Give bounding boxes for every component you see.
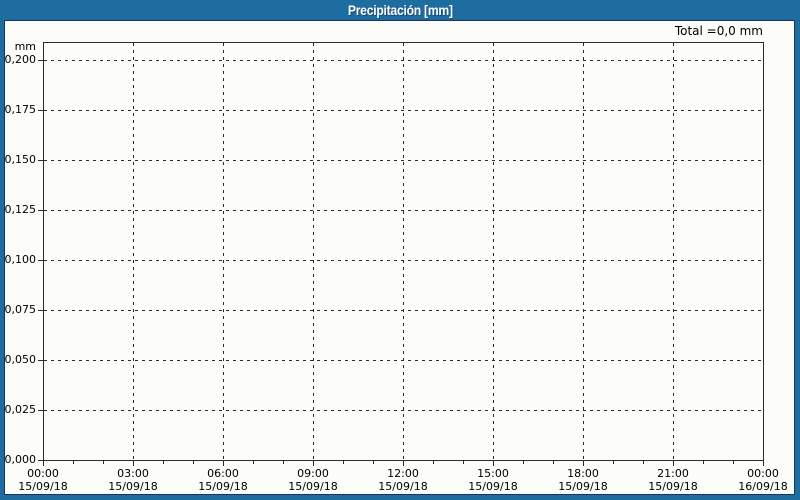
x-tick-time-label: 03:00	[117, 467, 149, 480]
x-gridline	[493, 43, 494, 459]
x-tick-date-label: 16/09/18	[738, 480, 788, 493]
y-tick-label: 0,075	[4, 303, 37, 316]
x-gridline	[403, 43, 404, 459]
y-tick-label: 0,150	[4, 153, 37, 166]
x-axis-minor-tick	[463, 461, 464, 464]
x-axis-minor-tick	[343, 461, 344, 464]
y-tick-label: 0,025	[4, 403, 37, 416]
x-axis-major-tick	[313, 461, 314, 466]
x-axis-minor-tick	[733, 461, 734, 464]
x-tick-date-label: 15/09/18	[108, 480, 158, 493]
x-tick-date-label: 15/09/18	[648, 480, 698, 493]
x-tick-date-label: 15/09/18	[198, 480, 248, 493]
y-axis-tick	[38, 410, 43, 411]
x-axis-minor-tick	[193, 461, 194, 464]
x-axis-minor-tick	[553, 461, 554, 464]
y-tick-label: 0,100	[4, 253, 37, 266]
x-axis-major-tick	[583, 461, 584, 466]
x-tick-time-label: 00:00	[27, 467, 59, 480]
chart-layer: 0,200 0,175 0,150 0,125 0,100 0,075 0,050 0,025…	[0, 0, 800, 500]
y-axis-tick	[38, 360, 43, 361]
x-axis-minor-tick	[103, 461, 104, 464]
x-tick-date-label: 15/09/18	[18, 480, 68, 493]
x-axis-major-tick	[133, 461, 134, 466]
x-tick-time-label: 21:00	[657, 467, 689, 480]
x-axis-major-tick	[763, 461, 764, 466]
x-axis-major-tick	[223, 461, 224, 466]
y-axis-tick	[38, 260, 43, 261]
x-tick-date-label: 15/09/18	[468, 480, 518, 493]
x-axis-minor-tick	[283, 461, 284, 464]
chart-window: Precipitación [mm] Total =0,0 mm mm 0,20…	[0, 0, 800, 500]
x-tick-date-label: 15/09/18	[288, 480, 338, 493]
x-gridline	[133, 43, 134, 459]
y-tick-label: 0,200	[4, 53, 37, 66]
x-tick-time-label: 06:00	[207, 467, 239, 480]
x-axis-minor-tick	[433, 461, 434, 464]
x-axis-minor-tick	[253, 461, 254, 464]
y-axis-tick	[38, 160, 43, 161]
x-axis-minor-tick	[73, 461, 74, 464]
x-axis-major-tick	[43, 461, 44, 466]
x-tick-time-label: 09:00	[297, 467, 329, 480]
x-axis-major-tick	[493, 461, 494, 466]
x-tick-time-label: 18:00	[567, 467, 599, 480]
x-axis-major-tick	[673, 461, 674, 466]
x-axis-minor-tick	[373, 461, 374, 464]
x-axis-major-tick	[403, 461, 404, 466]
y-tick-label: 0,125	[4, 203, 37, 216]
x-gridline	[673, 43, 674, 459]
x-axis-minor-tick	[523, 461, 524, 464]
x-tick-time-label: 15:00	[477, 467, 509, 480]
x-tick-date-label: 15/09/18	[378, 480, 428, 493]
x-axis-minor-tick	[703, 461, 704, 464]
x-axis-minor-tick	[163, 461, 164, 464]
x-tick-time-label: 12:00	[387, 467, 419, 480]
x-tick-time-label: 00:00	[747, 467, 779, 480]
y-axis-tick	[38, 210, 43, 211]
x-tick-date-label: 15/09/18	[558, 480, 608, 493]
y-tick-label: 0,175	[4, 103, 37, 116]
x-gridline	[583, 43, 584, 459]
y-axis-tick	[38, 310, 43, 311]
y-axis-tick	[38, 110, 43, 111]
x-gridline	[313, 43, 314, 459]
y-tick-label: 0,050	[4, 353, 37, 366]
x-axis-minor-tick	[613, 461, 614, 464]
y-tick-label: 0,000	[4, 453, 37, 466]
y-axis-tick	[38, 60, 43, 61]
x-axis-minor-tick	[643, 461, 644, 464]
x-gridline	[223, 43, 224, 459]
